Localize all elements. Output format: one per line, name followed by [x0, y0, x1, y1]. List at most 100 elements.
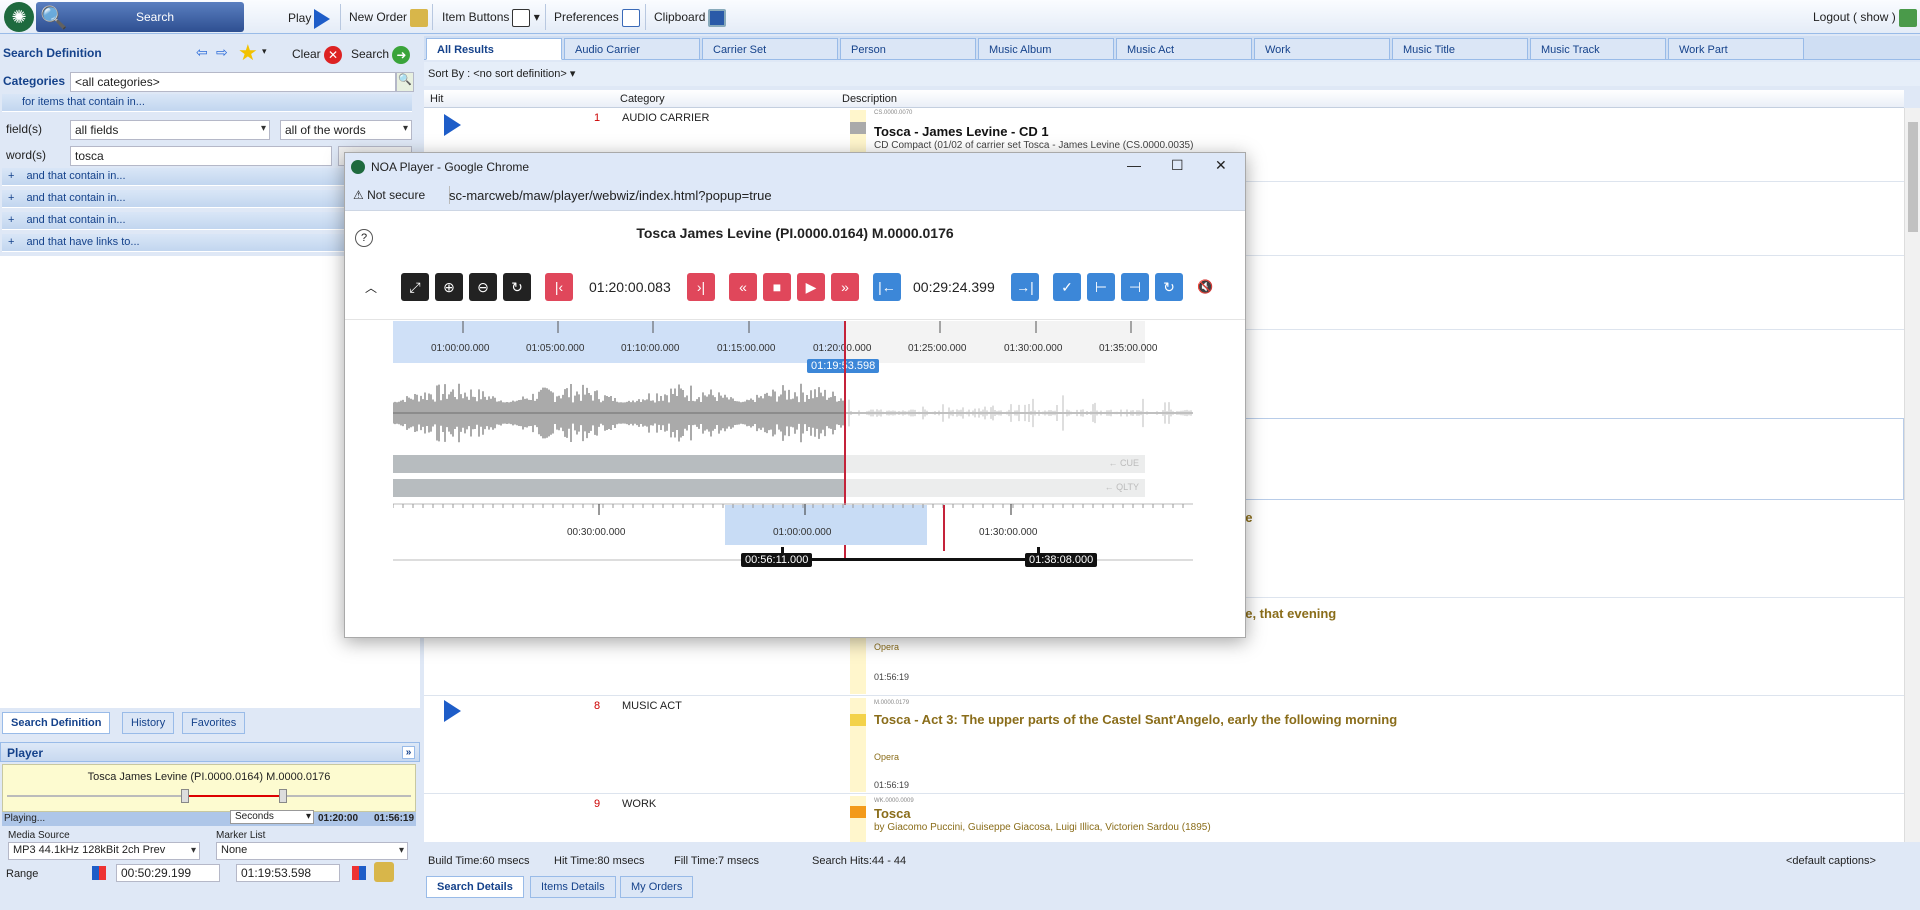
tab-person[interactable]: Person: [840, 38, 976, 60]
rewind-icon[interactable]: «: [729, 273, 757, 301]
table-row[interactable]: 9 WORK WK.0000.0009 Tosca by Giacomo Puc…: [424, 794, 1904, 842]
tab-work[interactable]: Work: [1254, 38, 1390, 60]
tab-work-part[interactable]: Work Part: [1668, 38, 1804, 60]
go-start-icon[interactable]: |‹: [545, 273, 573, 301]
range-selection-bar: [781, 558, 1037, 561]
collapse-controls-icon[interactable]: ︿: [365, 279, 377, 296]
current-time: 01:20:00.083: [589, 279, 671, 295]
range-end-badge: 01:38:08.000: [1025, 553, 1098, 567]
zoom-out-icon[interactable]: ⊖: [469, 273, 497, 301]
zoom-in-icon[interactable]: ⊕: [435, 273, 463, 301]
collapse-icon[interactable]: »: [402, 746, 415, 759]
marker-list-select[interactable]: None: [216, 842, 408, 860]
clipboard-button[interactable]: Clipboard: [654, 9, 727, 27]
maximize-icon[interactable]: ☐: [1171, 157, 1184, 174]
marker-list-label: Marker List: [216, 830, 266, 841]
timeline-ruler[interactable]: [393, 321, 1193, 365]
tick-label: 01:00:00.000: [431, 343, 490, 354]
tab-audio-carrier[interactable]: Audio Carrier: [564, 38, 700, 60]
categories-input[interactable]: <all categories>: [70, 72, 396, 92]
tab-music-album[interactable]: Music Album: [978, 38, 1114, 60]
set-range-end-icon[interactable]: [352, 866, 366, 880]
table-row[interactable]: 8 MUSIC ACT M.0000.0179 Tosca - Act 3: T…: [424, 696, 1904, 794]
fit-zoom-icon[interactable]: ⤢: [401, 273, 429, 301]
url-text[interactable]: sc-marcweb/maw/player/webwiz/index.html?…: [449, 188, 772, 203]
tab-favorites[interactable]: Favorites: [182, 712, 246, 734]
words-input[interactable]: tosca: [70, 146, 332, 166]
words-label: word(s): [6, 148, 47, 162]
play-icon[interactable]: ▶: [797, 273, 825, 301]
play-button[interactable]: Play: [288, 9, 331, 29]
back-arrow-icon[interactable]: ⇦: [196, 44, 208, 61]
col-category[interactable]: Category: [620, 93, 665, 105]
top-toolbar: ✺ 🔍 Search Play New Order Item Buttons ▾ …: [0, 0, 1920, 34]
result-title[interactable]: Tosca - Act 3: The upper parts of the Ca…: [874, 712, 1397, 727]
range-end-input[interactable]: 01:19:53.598: [236, 864, 340, 882]
extend-left-icon[interactable]: ⊣: [1121, 273, 1149, 301]
categories-lookup-icon[interactable]: 🔍: [396, 72, 414, 92]
not-secure-indicator[interactable]: ⚠ Not secure: [353, 188, 425, 202]
cue-track[interactable]: ← CUE: [846, 455, 1145, 473]
checklist-icon: [621, 9, 640, 27]
reset-zoom-icon[interactable]: ↻: [503, 273, 531, 301]
left-tabs: Search Definition History Favorites: [0, 712, 420, 734]
captions-selector[interactable]: <default captions>: [1786, 855, 1876, 867]
tab-history[interactable]: History: [122, 712, 175, 734]
fast-forward-icon[interactable]: »: [831, 273, 859, 301]
set-range-start-icon[interactable]: [92, 866, 106, 880]
tick-label: 01:10:00.000: [621, 343, 680, 354]
clipboard-icon: [708, 9, 727, 27]
range-start-handle[interactable]: [181, 789, 189, 803]
forward-arrow-icon[interactable]: ⇨: [216, 44, 228, 61]
waveform[interactable]: [393, 375, 1193, 451]
extend-right-icon[interactable]: ⊢: [1087, 273, 1115, 301]
sort-selector[interactable]: Sort By : <no sort definition> ▾: [424, 62, 1920, 86]
tab-music-act[interactable]: Music Act: [1116, 38, 1252, 60]
logout-link[interactable]: Logout ( show ): [1813, 9, 1917, 27]
tab-music-track[interactable]: Music Track: [1530, 38, 1666, 60]
tab-music-title[interactable]: Music Title: [1392, 38, 1528, 60]
range-order-icon[interactable]: [374, 862, 394, 882]
play-row-icon[interactable]: [444, 700, 461, 722]
favorites-dropdown-icon[interactable]: ▾: [262, 46, 267, 57]
play-row-icon[interactable]: [444, 114, 461, 136]
tab-all-results[interactable]: All Results: [426, 38, 562, 60]
range-start-input[interactable]: 00:50:29.199: [116, 864, 220, 882]
close-icon[interactable]: ✕: [1215, 157, 1227, 174]
mark-in-icon[interactable]: |←: [873, 273, 901, 301]
tab-search-definition[interactable]: Search Definition: [2, 712, 111, 734]
qlty-track[interactable]: ← QLTY: [846, 479, 1145, 497]
contain-header: for items that contain in...: [2, 94, 412, 112]
favorites-star-icon[interactable]: ★: [238, 40, 258, 66]
tab-search-details[interactable]: Search Details: [426, 876, 524, 898]
mute-icon[interactable]: 🔇: [1197, 279, 1213, 295]
overview-ruler: [393, 503, 1193, 515]
tab-my-orders[interactable]: My Orders: [620, 876, 694, 898]
unit-select[interactable]: Seconds ▾: [230, 810, 314, 824]
go-end-icon[interactable]: ›|: [687, 273, 715, 301]
clear-button[interactable]: Clear ✕: [292, 46, 343, 64]
results-scrollbar[interactable]: [1904, 108, 1920, 842]
search-button[interactable]: Search ➜: [351, 46, 411, 64]
stop-icon[interactable]: ■: [763, 273, 791, 301]
tab-items-details[interactable]: Items Details: [530, 876, 616, 898]
col-description[interactable]: Description: [842, 93, 897, 105]
loop-icon[interactable]: ↻: [1155, 273, 1183, 301]
result-title[interactable]: Tosca: [874, 806, 911, 821]
media-source-select[interactable]: MP3 44.1kHz 128kBit 2ch Prev: [8, 842, 200, 860]
item-buttons-menu[interactable]: Item Buttons ▾: [442, 9, 540, 27]
new-order-button[interactable]: New Order: [349, 9, 429, 27]
address-bar[interactable]: ⚠ Not secure sc-marcweb/maw/player/webwi…: [345, 181, 1245, 211]
preferences-button[interactable]: Preferences: [554, 9, 640, 27]
minimize-icon[interactable]: —: [1127, 157, 1141, 173]
confirm-icon[interactable]: ✓: [1053, 273, 1081, 301]
fields-select[interactable]: all fields: [70, 120, 270, 140]
col-hit[interactable]: Hit: [430, 93, 443, 105]
tick-label: 01:35:00.000: [1099, 343, 1158, 354]
tab-carrier-set[interactable]: Carrier Set: [702, 38, 838, 60]
mode-select[interactable]: all of the words: [280, 120, 412, 140]
range-end-handle[interactable]: [279, 789, 287, 803]
main-search-button[interactable]: 🔍 Search: [36, 2, 244, 32]
result-title[interactable]: Tosca - James Levine - CD 1: [874, 124, 1049, 139]
mark-out-icon[interactable]: →|: [1011, 273, 1039, 301]
